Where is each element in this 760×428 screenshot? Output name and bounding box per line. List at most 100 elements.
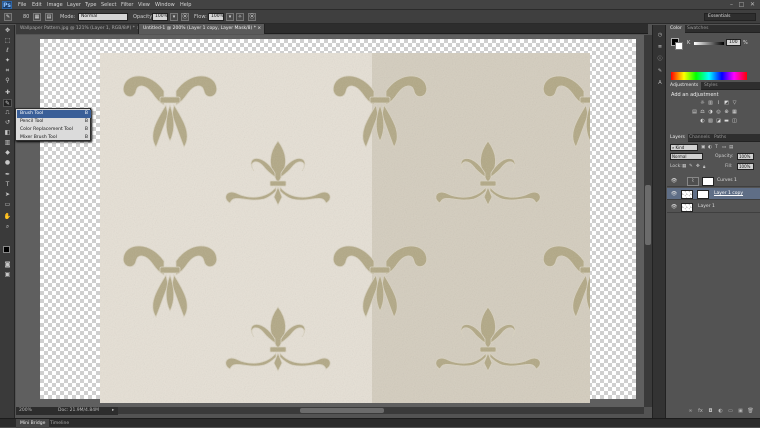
path-select-tool-icon[interactable]: ➤ xyxy=(3,191,12,199)
posterize-icon[interactable]: ▧ xyxy=(707,118,714,125)
flyout-mixer-brush-tool[interactable]: Mixer Brush Tool B xyxy=(17,134,91,142)
quick-select-tool-icon[interactable]: ✦ xyxy=(3,57,12,65)
properties-panel-icon[interactable]: ≣ xyxy=(655,43,665,52)
minimize-button[interactable]: – xyxy=(727,1,736,8)
menu-help[interactable]: Help xyxy=(180,2,191,8)
clone-stamp-tool-icon[interactable]: ⎍ xyxy=(3,109,12,117)
filter-adjustment-icon[interactable]: ◐ xyxy=(708,145,712,150)
type-tool-icon[interactable]: T xyxy=(3,181,12,189)
color-spectrum-bar[interactable] xyxy=(671,72,747,80)
menu-file[interactable]: File xyxy=(18,2,26,8)
fill-input[interactable]: 100% xyxy=(737,163,754,170)
menu-layer[interactable]: Layer xyxy=(67,2,81,8)
flyout-pencil-tool[interactable]: Pencil Tool B xyxy=(17,118,91,126)
eyedropper-tool-icon[interactable]: ⚲ xyxy=(3,77,12,85)
crop-tool-icon[interactable]: ⌗ xyxy=(3,67,12,75)
brush-tool-icon[interactable]: ✎ xyxy=(3,99,12,107)
menu-filter[interactable]: Filter xyxy=(121,2,133,8)
tab-layers[interactable]: Layers xyxy=(667,134,688,142)
background-color-swatch[interactable] xyxy=(675,42,683,50)
filter-type-icon[interactable]: T xyxy=(715,145,718,150)
shape-tool-icon[interactable]: ▭ xyxy=(3,201,12,209)
menu-view[interactable]: View xyxy=(138,2,150,8)
move-tool-icon[interactable]: ✥ xyxy=(3,27,12,35)
tab-color[interactable]: Color xyxy=(667,25,685,33)
history-brush-tool-icon[interactable]: ↺ xyxy=(3,119,12,127)
hue-saturation-icon[interactable]: ▤ xyxy=(691,109,698,116)
menu-window[interactable]: Window xyxy=(155,2,175,8)
status-menu-icon[interactable]: ▸ xyxy=(112,407,114,415)
levels-icon[interactable]: ▥ xyxy=(707,100,714,107)
curves-icon[interactable]: ⌇ xyxy=(715,100,722,107)
layer-style-icon[interactable]: fx xyxy=(697,408,704,415)
visibility-eye-icon[interactable]: 👁︎ xyxy=(670,177,678,185)
pressure-opacity-icon[interactable]: ⦿ xyxy=(181,13,189,21)
brush-panel-icon[interactable]: ✎ xyxy=(655,67,665,76)
layer-name[interactable]: Curves 1 xyxy=(717,177,737,185)
flow-input[interactable]: 100% xyxy=(208,13,224,21)
tab-wallpaper-pattern[interactable]: Wallpaper Pattern.jpg @ 121% (Layer 1, R… xyxy=(16,24,139,34)
blend-mode-select[interactable]: Normal xyxy=(670,153,703,160)
color-lookup-icon[interactable]: ▦ xyxy=(731,109,738,116)
screen-mode-icon[interactable]: ▣ xyxy=(3,271,12,279)
pen-tool-icon[interactable]: ✒ xyxy=(3,171,12,179)
menu-type[interactable]: Type xyxy=(85,2,96,8)
k-value-input[interactable]: 100 xyxy=(726,39,741,46)
menu-image[interactable]: Image xyxy=(47,2,63,8)
tab-untitled-1[interactable]: Untitled-1 @ 200% (Layer 1 copy, Layer M… xyxy=(139,24,265,34)
black-white-icon[interactable]: ◑ xyxy=(707,109,714,116)
vertical-scroll-thumb[interactable] xyxy=(645,185,651,245)
menu-edit[interactable]: Edit xyxy=(32,2,42,8)
exposure-icon[interactable]: ◩ xyxy=(723,100,730,107)
vertical-scrollbar[interactable] xyxy=(644,35,652,407)
tab-paths[interactable]: Paths xyxy=(711,134,729,142)
tab-styles[interactable]: Styles xyxy=(701,82,721,90)
brightness-contrast-icon[interactable]: ☼ xyxy=(699,100,706,107)
zoom-tool-icon[interactable]: ⌕ xyxy=(3,223,12,231)
brush-size-label[interactable]: 80 xyxy=(23,14,29,20)
selective-color-icon[interactable]: ◫ xyxy=(731,118,738,125)
mode-select[interactable]: Normal xyxy=(78,13,128,21)
layer-mask-thumbnail[interactable] xyxy=(697,189,709,199)
new-adjustment-layer-icon[interactable]: ◐ xyxy=(717,408,724,415)
gradient-map-icon[interactable]: ▬ xyxy=(723,118,730,125)
brush-preset-icon[interactable]: ✎ xyxy=(4,13,12,21)
lock-pixels-icon[interactable]: ✎ xyxy=(689,164,693,169)
threshold-icon[interactable]: ◪ xyxy=(715,118,722,125)
zoom-level[interactable]: 200% xyxy=(19,407,32,415)
tab-swatches[interactable]: Swatches xyxy=(684,25,712,33)
flyout-color-replacement-tool[interactable]: Color Replacement Tool B xyxy=(17,126,91,134)
lock-transparency-icon[interactable]: ▦ xyxy=(682,164,686,169)
eraser-tool-icon[interactable]: ◧ xyxy=(3,129,12,137)
tab-channels[interactable]: Channels xyxy=(686,134,713,142)
visibility-eye-icon[interactable]: 👁︎ xyxy=(670,203,678,211)
airbrush-icon[interactable]: ✧ xyxy=(236,13,244,21)
blur-tool-icon[interactable]: ◆ xyxy=(3,149,12,157)
canvas-area[interactable] xyxy=(16,35,644,407)
layer-name[interactable]: Layer 1 xyxy=(698,203,715,211)
new-layer-icon[interactable]: ▣ xyxy=(737,408,744,415)
lock-all-icon[interactable]: 🔒︎ xyxy=(703,164,705,170)
horizontal-scrollbar[interactable] xyxy=(118,407,644,414)
flow-dropdown-icon[interactable]: ▾ xyxy=(226,13,234,21)
brush-panel-icon[interactable]: ▦ xyxy=(33,13,41,21)
flyout-brush-tool[interactable]: Brush Tool B xyxy=(17,110,91,118)
k-slider[interactable] xyxy=(694,42,724,45)
trash-icon[interactable]: 🗑︎ xyxy=(747,408,754,415)
lock-position-icon[interactable]: ✥ xyxy=(696,164,700,169)
visibility-eye-icon[interactable]: 👁︎ xyxy=(670,190,678,198)
tab-adjustments[interactable]: Adjustments xyxy=(667,82,702,90)
filter-pixel-icon[interactable]: ▣ xyxy=(701,145,705,150)
gradient-tool-icon[interactable]: ▥ xyxy=(3,139,12,147)
quick-mask-icon[interactable]: ◙ xyxy=(3,261,12,269)
layer-mask-thumbnail[interactable] xyxy=(702,176,714,186)
healing-brush-tool-icon[interactable]: ✚ xyxy=(3,89,12,97)
invert-icon[interactable]: ◐ xyxy=(699,118,706,125)
marquee-tool-icon[interactable]: ⬚ xyxy=(3,37,12,45)
foreground-color-swatch[interactable] xyxy=(3,246,10,253)
photo-filter-icon[interactable]: ◎ xyxy=(715,109,722,116)
channel-mixer-icon[interactable]: ⊕ xyxy=(723,109,730,116)
menu-select[interactable]: Select xyxy=(101,2,116,8)
pressure-size-icon[interactable]: ⦿ xyxy=(248,13,256,21)
new-group-icon[interactable]: ▭ xyxy=(727,408,734,415)
